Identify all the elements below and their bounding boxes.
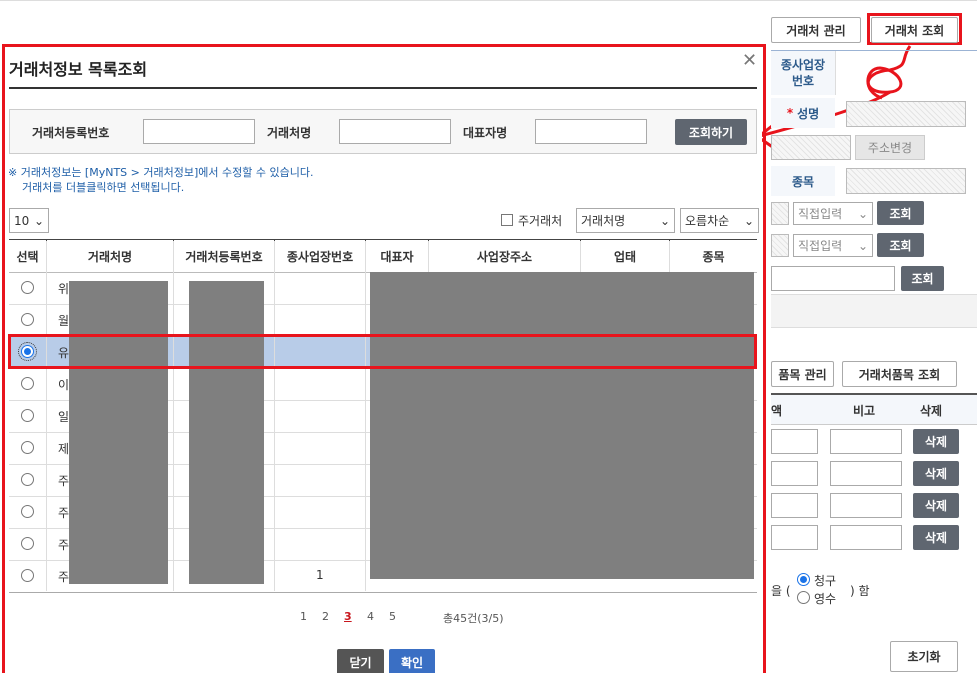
amount-field-3[interactable]	[771, 493, 818, 518]
direct-input-text-1: 직접입력	[798, 207, 843, 221]
lookup-button-3[interactable]: 조회	[901, 266, 944, 291]
delete-button-3[interactable]: 삭제	[913, 493, 959, 518]
chevron-down-icon: ⌄	[857, 206, 868, 221]
direct-input-text-2: 직접입력	[798, 239, 843, 253]
receipt-suffix: ) 함	[850, 584, 870, 598]
text-field[interactable]	[771, 266, 895, 291]
amount-field-1[interactable]	[771, 429, 818, 454]
note-field-4[interactable]	[830, 525, 902, 550]
receipt-receipt-label: 영수	[814, 592, 837, 606]
chevron-down-icon: ⌄	[857, 238, 868, 253]
amount-header: 액	[771, 404, 783, 418]
name-field[interactable]	[846, 101, 966, 127]
reset-button[interactable]: 초기화	[890, 641, 958, 672]
sub-business-no-label: 종사업장 번호	[771, 51, 835, 95]
direct-input-select-2[interactable]: 직접입력 ⌄	[793, 234, 873, 257]
lookup-button-1[interactable]: 조회	[877, 201, 924, 225]
email-field-1[interactable]	[771, 202, 789, 225]
lookup-button-2[interactable]: 조회	[877, 233, 924, 257]
required-mark: *	[786, 106, 794, 120]
receipt-claim-label: 청구	[814, 574, 837, 588]
item-label: 종목	[771, 166, 835, 196]
note-header: 비고	[853, 404, 876, 418]
receipt-prefix: 을 (	[771, 584, 791, 598]
product-manage-button[interactable]: 품목 관리	[771, 361, 834, 387]
note-field-1[interactable]	[830, 429, 902, 454]
receipt-receipt-radio[interactable]	[797, 591, 810, 604]
partner-product-lookup-button[interactable]: 거래처품목 조회	[842, 361, 957, 387]
receipt-claim-radio[interactable]	[797, 573, 810, 586]
top-divider	[0, 0, 977, 3]
delete-button-4[interactable]: 삭제	[913, 525, 959, 550]
address-field[interactable]	[771, 135, 851, 160]
delete-button-1[interactable]: 삭제	[913, 429, 959, 454]
direct-input-select-1[interactable]: 직접입력 ⌄	[793, 202, 873, 225]
note-field-2[interactable]	[830, 461, 902, 486]
gray-row	[771, 294, 977, 328]
delete-header: 삭제	[920, 404, 943, 418]
email-field-2[interactable]	[771, 234, 789, 257]
name-label: * 성명	[771, 98, 835, 128]
highlight-box-modal	[2, 44, 766, 673]
form-divider	[835, 51, 836, 95]
note-field-3[interactable]	[830, 493, 902, 518]
amount-field-4[interactable]	[771, 525, 818, 550]
item-field[interactable]	[846, 168, 966, 194]
amount-field-2[interactable]	[771, 461, 818, 486]
delete-button-2[interactable]: 삭제	[913, 461, 959, 486]
name-label-text: 성명	[797, 106, 820, 121]
address-change-button[interactable]: 주소변경	[855, 135, 925, 160]
